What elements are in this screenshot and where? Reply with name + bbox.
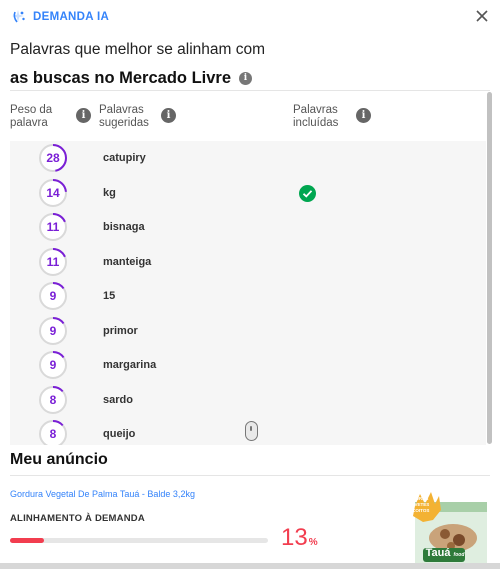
keyword-row: 9 margarina [10,350,486,384]
divider [10,475,490,476]
column-header-peso: Peso da palavra [10,104,53,129]
title-info-icon[interactable]: i [239,71,253,85]
keyword-row: 9 15 [10,281,486,315]
title-line-2-text: as buscas no Mercado Livre [10,69,232,87]
weight-gauge: 11 [38,247,68,277]
product-title-link[interactable]: Gordura Vegetal De Palma Tauá - Balde 3,… [10,489,195,499]
peso-info-icon[interactable]: i [76,108,91,123]
keyword-table: 28 catupiry 14 kg 11 bisnaga 11 manteiga 9 15 9 pri… [10,141,486,445]
product-brand-sub: food [453,552,465,558]
scroll-mouse-icon [245,421,258,441]
product-brand-text: Tauá [425,547,451,559]
keyword-row: 28 catupiry [10,143,486,177]
section-title-listing: Meu anúncio [10,451,108,468]
column-header-sugeridas: Palavras sugeridas [99,104,149,129]
suggested-word: manteiga [103,255,152,268]
weight-gauge: 28 [38,143,68,173]
brand: DEMANDA IA [11,9,109,25]
column-header-incluidas: Palavras incluídas [293,104,339,129]
title-line-2: as buscas no Mercado Livre i [10,66,490,90]
suggested-word: primor [103,324,138,337]
keyword-row: 9 primor [10,316,486,350]
weight-value: 8 [49,392,57,407]
alignment-progress-bar [10,538,268,543]
sugeridas-info-icon[interactable]: i [161,108,176,123]
suggested-word: catupiry [103,152,146,164]
incluidas-info-icon[interactable]: i [356,108,371,123]
weight-value: 11 [46,254,60,269]
divider [10,90,490,91]
product-brand: Tauá food [425,548,465,561]
weight-value: 14 [46,185,60,200]
keyword-row: 8 sardo [10,385,486,419]
included-check-icon [299,184,316,202]
suggested-word: queijo [103,428,136,440]
title-line-1: Palavras que melhor se alinham com [10,41,266,58]
suggested-word: sardo [103,393,133,406]
weight-gauge: 9 [38,281,68,311]
weight-value: 28 [46,151,60,165]
sparkle-icon [11,9,27,25]
close-icon [476,10,488,22]
weight-gauge: 8 [38,385,68,415]
alignment-percentage: 13 % [281,524,318,552]
alignment-unit: % [308,537,318,548]
alignment-progress-fill [10,538,44,543]
keyword-row: 14 kg [10,178,486,212]
suggested-word: margarina [103,359,157,371]
weight-gauge: 8 [38,419,68,445]
badge-line: BISCOITOS [404,508,430,513]
weight-gauge: 9 [38,316,68,346]
weight-gauge: 11 [38,212,68,242]
weight-value: 9 [49,289,57,303]
suggested-word: 15 [103,290,116,302]
weight-value: 9 [49,358,57,372]
brand-label: DEMANDA IA [33,11,110,23]
modal-header: DEMANDA IA [0,0,500,34]
weight-gauge: 9 [38,350,68,380]
bottom-strip [0,563,500,569]
product-badge: FRITURAS SORVETES BISCOITOS [397,496,437,514]
weight-value: 9 [49,323,57,338]
product-image: FRITURAS SORVETES BISCOITOS Tauá food [393,490,490,569]
keyword-row: 11 manteiga [10,247,486,281]
alignment-value: 13 [281,524,308,551]
close-button[interactable] [472,6,492,26]
weight-gauge: 14 [38,178,68,208]
suggested-word: kg [103,186,116,199]
page-title: Palavras que melhor se alinham com as bu… [10,40,490,90]
weight-value: 8 [49,427,57,441]
suggested-word: bisnaga [103,221,145,233]
weight-value: 11 [46,220,60,234]
alignment-label: ALINHAMENTO À DEMANDA [10,513,145,524]
keyword-row: 11 bisnaga [10,212,486,246]
scrollbar[interactable] [487,92,492,444]
